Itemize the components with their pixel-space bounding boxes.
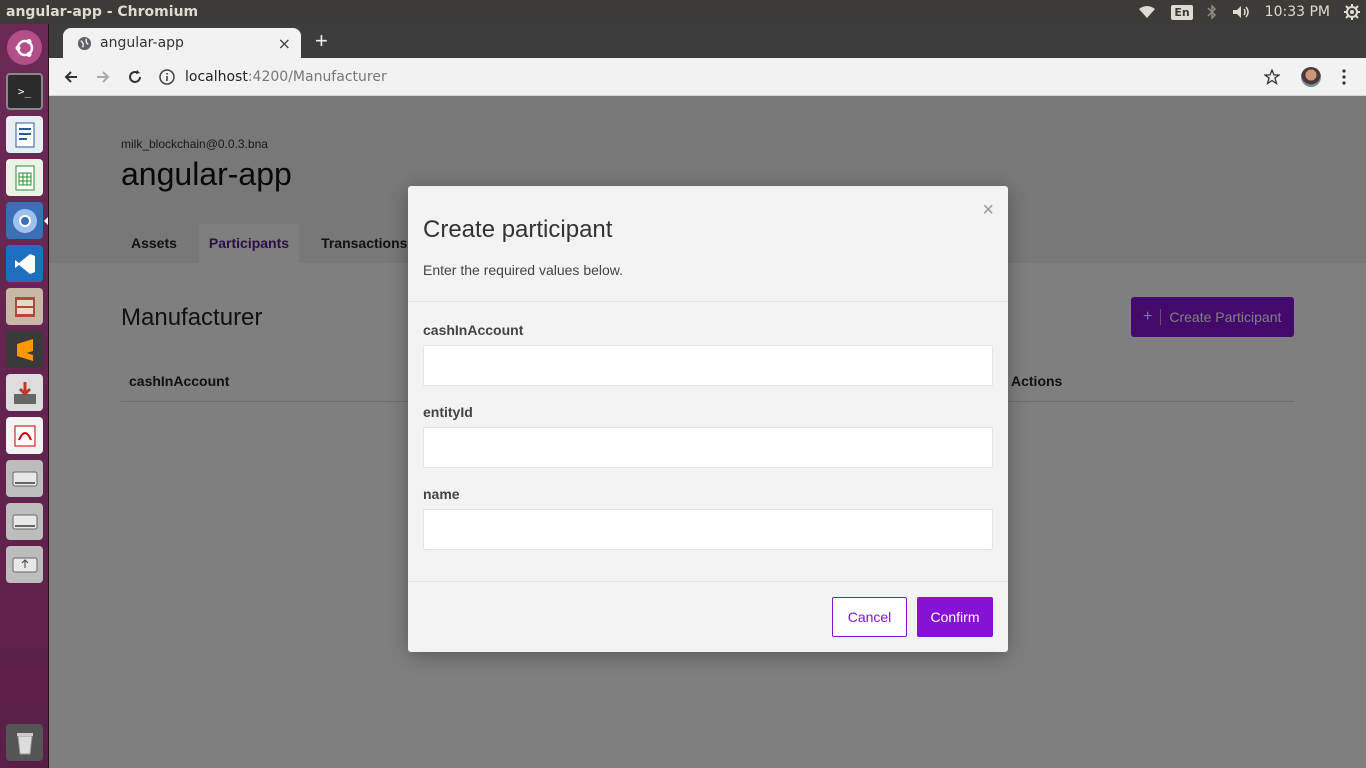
writer-icon[interactable]	[6, 116, 43, 153]
back-arrow-icon[interactable]	[61, 67, 81, 87]
field-label-entity-id: entityId	[423, 404, 473, 420]
terminal-icon[interactable]: >_	[6, 73, 43, 110]
close-icon[interactable]: ×	[982, 200, 994, 220]
info-icon[interactable]	[159, 69, 175, 85]
system-tray: En 10:33 PM	[1137, 0, 1366, 24]
kebab-menu-icon[interactable]	[1334, 67, 1354, 87]
cash-in-account-input[interactable]	[423, 345, 993, 386]
dialog-footer-divider	[408, 581, 1008, 582]
settings-gear-icon[interactable]	[1344, 4, 1360, 20]
ubuntu-dash-icon[interactable]	[7, 30, 42, 65]
drive-icon[interactable]	[6, 460, 43, 497]
keyboard-layout-indicator[interactable]: En	[1171, 4, 1193, 20]
create-participant-dialog: × Create participant Enter the required …	[408, 186, 1008, 652]
address-bar[interactable]: localhost:4200/Manufacturer	[159, 63, 1269, 91]
sublime-text-icon[interactable]	[6, 331, 43, 368]
name-input[interactable]	[423, 509, 993, 550]
clock[interactable]: 10:33 PM	[1265, 4, 1330, 20]
wifi-icon[interactable]	[1137, 5, 1157, 19]
usb-drive-icon[interactable]	[6, 546, 43, 583]
installer-icon[interactable]	[6, 374, 43, 411]
system-top-panel: angular-app - Chromium En 10:33 PM	[0, 0, 1366, 24]
bookmark-star-icon[interactable]	[1262, 67, 1282, 87]
globe-icon	[77, 36, 92, 51]
drive-icon-2[interactable]	[6, 503, 43, 540]
vscode-icon[interactable]	[6, 245, 43, 282]
url-host: localhost	[185, 69, 248, 85]
field-label-cash: cashInAccount	[423, 322, 524, 338]
forward-arrow-icon[interactable]	[93, 67, 113, 87]
window-title: angular-app - Chromium	[6, 4, 199, 20]
browser-tab-strip: angular-app × +	[49, 24, 1366, 58]
browser-toolbar: localhost:4200/Manufacturer	[49, 58, 1366, 96]
calc-icon[interactable]	[6, 159, 43, 196]
entity-id-input[interactable]	[423, 427, 993, 468]
trash-icon[interactable]	[6, 724, 43, 761]
field-label-name: name	[423, 486, 460, 502]
avatar	[1301, 67, 1321, 87]
cancel-button[interactable]: Cancel	[832, 597, 907, 637]
browser-tab[interactable]: angular-app ×	[63, 28, 301, 58]
url-path: :4200/Manufacturer	[247, 69, 387, 85]
file-cabinet-icon[interactable]	[6, 288, 43, 325]
reload-icon[interactable]	[125, 67, 145, 87]
dialog-subtitle: Enter the required values below.	[423, 262, 624, 278]
profile-avatar[interactable]	[1301, 67, 1321, 87]
chromium-icon[interactable]	[6, 202, 43, 239]
tab-close-icon[interactable]: ×	[278, 34, 291, 53]
new-tab-button[interactable]: +	[315, 30, 328, 52]
tab-title: angular-app	[100, 35, 184, 51]
volume-icon[interactable]	[1231, 4, 1251, 20]
document-viewer-icon[interactable]	[6, 417, 43, 454]
dialog-title: Create participant	[423, 216, 613, 243]
active-window-indicator	[44, 217, 48, 225]
confirm-button[interactable]: Confirm	[917, 597, 993, 637]
bluetooth-icon[interactable]	[1207, 4, 1217, 20]
ubuntu-launcher: >_	[0, 24, 49, 768]
dialog-divider	[408, 301, 1008, 302]
